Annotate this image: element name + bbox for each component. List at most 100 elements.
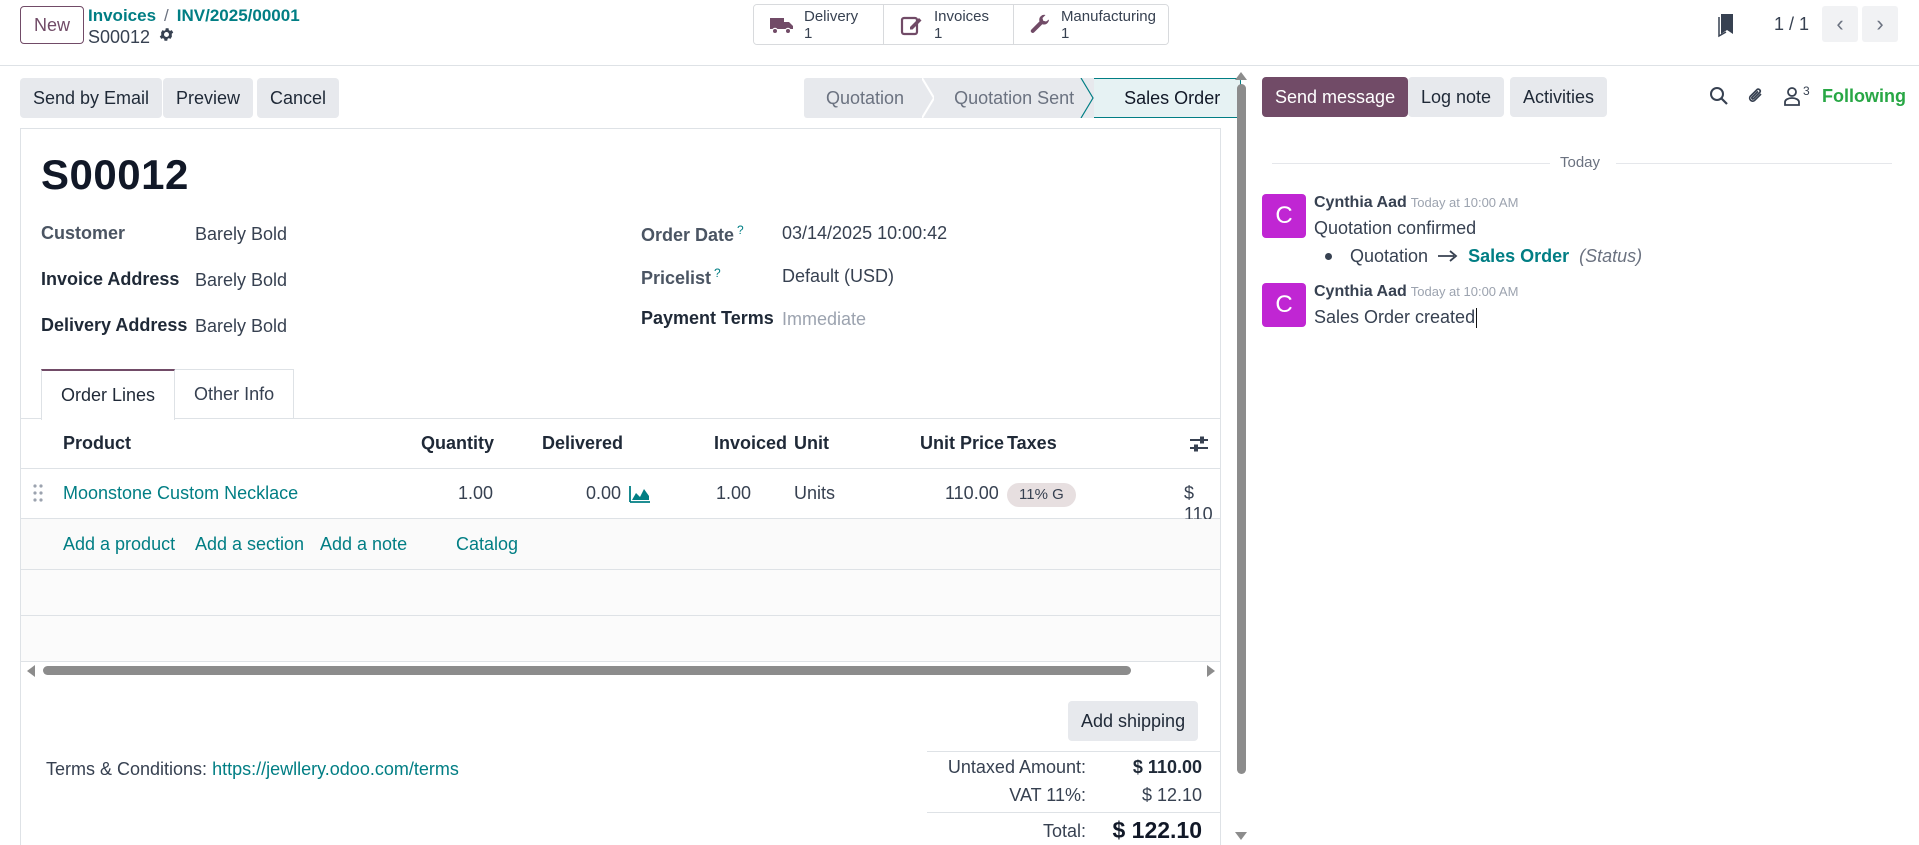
pricelist-field[interactable]: Default (USD) — [782, 266, 894, 287]
column-delivered[interactable]: Delivered — [542, 433, 623, 454]
order-date-field[interactable]: 03/14/2025 10:00:42 — [782, 223, 947, 244]
add-product-link[interactable]: Add a product — [63, 534, 175, 555]
message-time: Today at 10:00 AM — [1410, 195, 1519, 210]
table-header: Product Quantity Delivered Invoiced Unit… — [21, 419, 1220, 469]
delivered-cell: 0.00 — [586, 483, 622, 503]
gear-icon[interactable] — [158, 26, 175, 48]
bookmark-icon[interactable] — [1716, 12, 1738, 38]
breadcrumb-separator: / — [164, 6, 169, 25]
scrollbar-thumb[interactable] — [43, 666, 1131, 675]
tab-other-info[interactable]: Other Info — [174, 369, 295, 419]
log-note-button[interactable]: Log note — [1408, 77, 1505, 117]
pricelist-label: Pricelist? — [641, 266, 721, 288]
record-name: S00012 — [88, 27, 151, 47]
column-unit[interactable]: Unit — [794, 433, 829, 454]
breadcrumb-invoice-record[interactable]: INV/2025/00001 — [177, 6, 300, 25]
delivery-address-label: Delivery Address — [41, 315, 188, 335]
terms-link[interactable]: https://jewllery.odoo.com/terms — [212, 759, 459, 779]
followers-count: 3 — [1803, 84, 1810, 98]
activities-button[interactable]: Activities — [1510, 77, 1608, 117]
delivery-address-field[interactable]: Barely Bold — [195, 316, 287, 337]
avatar[interactable]: C — [1262, 283, 1306, 327]
add-note-link[interactable]: Add a note — [320, 534, 407, 555]
column-taxes[interactable]: Taxes — [1007, 433, 1057, 454]
tax-badge[interactable]: 11% G — [1007, 483, 1076, 507]
add-line-row: Add a product Add a section Add a note C… — [21, 519, 1220, 570]
quantity-cell[interactable]: 1.00 — [458, 483, 493, 504]
catalog-link[interactable]: Catalog — [456, 534, 518, 555]
stage-sales-order[interactable]: Sales Order — [1094, 78, 1242, 118]
control-panel: New Invoices / INV/2025/00001 S00012 Deliv… — [0, 0, 1919, 66]
scroll-left-arrow-icon[interactable] — [26, 665, 36, 677]
customer-field[interactable]: Barely Bold — [195, 224, 287, 245]
scroll-down-arrow-icon[interactable] — [1235, 832, 1247, 840]
text-cursor — [1476, 308, 1478, 329]
scrollbar-thumb[interactable] — [1237, 84, 1246, 774]
preview-button[interactable]: Preview — [163, 78, 254, 118]
avatar[interactable]: C — [1262, 194, 1306, 238]
order-lines-table: Product Quantity Delivered Invoiced Unit… — [21, 418, 1220, 662]
arrow-right-icon — [1438, 246, 1458, 267]
followers-icon[interactable] — [1780, 84, 1804, 108]
invoice-address-field[interactable]: Barely Bold — [195, 270, 287, 291]
stage-quotation-sent[interactable]: Quotation Sent — [924, 78, 1095, 118]
order-date-label: Order Date? — [641, 223, 744, 245]
tracking-field-name: (Status) — [1579, 246, 1643, 266]
breadcrumb: Invoices / INV/2025/00001 — [88, 6, 300, 26]
unit-price-cell[interactable]: 110.00 — [945, 483, 999, 504]
untaxed-amount-value: $ 110.00 — [1132, 757, 1202, 777]
invoice-edit-icon — [898, 11, 926, 39]
page-title: S00012 — [41, 151, 189, 198]
add-section-link[interactable]: Add a section — [195, 534, 304, 555]
tracking-new-value: Sales Order — [1468, 246, 1570, 266]
tab-order-lines[interactable]: Order Lines — [41, 369, 176, 420]
drag-handle-icon[interactable] — [33, 483, 43, 508]
truck-icon — [768, 11, 796, 39]
table-row[interactable]: Moonstone Custom Necklace 1.00 0.00 1.00… — [21, 469, 1220, 524]
search-icon[interactable] — [1707, 84, 1731, 108]
delivery-smart-button[interactable]: Delivery 1 — [754, 5, 884, 44]
column-quantity[interactable]: Quantity — [421, 433, 494, 454]
breadcrumb-invoices[interactable]: Invoices — [88, 6, 156, 25]
vat-value: $ 12.10 — [1141, 785, 1202, 805]
send-by-email-button[interactable]: Send by Email — [20, 78, 163, 118]
untaxed-amount-label: Untaxed Amount: — [947, 757, 1086, 777]
vat-row: VAT 11%: $ 12.10 — [927, 780, 1220, 808]
customer-label: Customer — [41, 223, 126, 243]
help-icon[interactable]: ? — [737, 223, 744, 237]
message-time: Today at 10:00 AM — [1410, 284, 1519, 299]
forecast-chart-icon[interactable] — [629, 485, 651, 508]
scroll-up-arrow-icon[interactable] — [1235, 72, 1247, 80]
new-button[interactable]: New — [20, 6, 85, 44]
invoices-smart-button[interactable]: Invoices 1 — [884, 5, 1014, 44]
payment-terms-field[interactable]: Immediate — [782, 309, 866, 330]
status-bar: Quotation Quotation Sent Sales Order — [804, 78, 1242, 118]
product-cell[interactable]: Moonstone Custom Necklace — [63, 483, 298, 504]
column-invoiced[interactable]: Invoiced — [714, 433, 787, 454]
paperclip-icon[interactable] — [1744, 84, 1768, 108]
column-unit-price[interactable]: Unit Price — [920, 433, 1004, 454]
manufacturing-smart-button[interactable]: Manufacturing 1 — [1014, 5, 1168, 44]
horizontal-scrollbar[interactable] — [21, 661, 1220, 679]
cancel-button[interactable]: Cancel — [257, 78, 340, 118]
vat-label: VAT 11%: — [1009, 785, 1086, 805]
column-settings-icon[interactable] — [1189, 435, 1209, 458]
vertical-scrollbar[interactable] — [1233, 70, 1249, 845]
totals-summary: Untaxed Amount: $ 110.00 VAT 11%: $ 12.1… — [927, 751, 1220, 845]
payment-terms-label: Payment Terms — [641, 308, 774, 328]
following-button[interactable]: Following — [1822, 86, 1906, 107]
pager-previous-button[interactable]: ‹ — [1822, 6, 1858, 42]
pager-next-button[interactable]: › — [1862, 6, 1898, 42]
add-shipping-button[interactable]: Add shipping — [1068, 701, 1199, 741]
send-message-button[interactable]: Send message — [1262, 77, 1409, 117]
unit-cell[interactable]: Units — [794, 483, 835, 504]
wrench-icon — [1028, 11, 1053, 39]
record-name-line: S00012 — [88, 26, 175, 48]
stage-quotation[interactable]: Quotation — [804, 78, 925, 118]
pager-value[interactable]: 1 / 1 — [1774, 14, 1809, 35]
notebook-tabs: Order Lines Other Info — [41, 369, 295, 420]
help-icon[interactable]: ? — [714, 266, 721, 280]
tracking-value: Quotation Sales Order (Status) — [1325, 246, 1642, 267]
column-product[interactable]: Product — [63, 433, 131, 454]
scroll-right-arrow-icon[interactable] — [1206, 665, 1216, 677]
